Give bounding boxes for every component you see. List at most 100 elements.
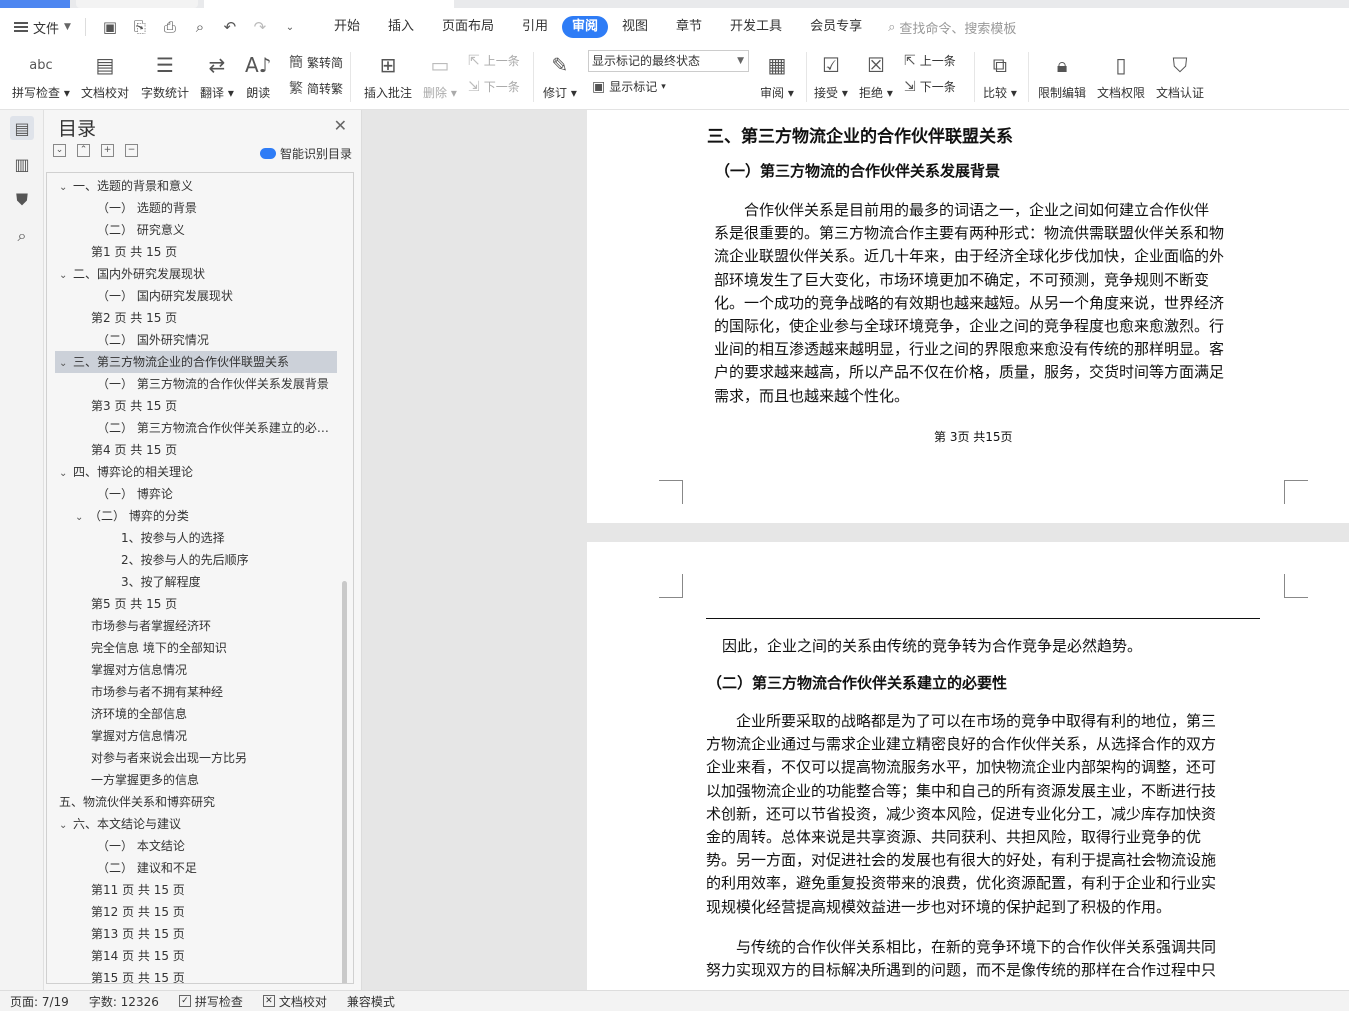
toc-item[interactable]: 五、物流伙伴关系和博弈研究 xyxy=(47,791,337,813)
print-icon[interactable]: ⎙ xyxy=(162,18,178,36)
toc-item[interactable]: 1、按参与人的选择 xyxy=(47,527,337,549)
toc-item[interactable]: 第14 页 共 15 页 xyxy=(47,945,337,967)
tab-7[interactable]: 开发工具 xyxy=(716,16,796,38)
spell-check-button[interactable]: abc 拼写检查 ▾ xyxy=(12,50,70,101)
command-search[interactable]: ⌕ 查找命令、搜索模板 xyxy=(888,18,1016,37)
trad-to-simp-button[interactable]: 簡 繁转简 xyxy=(289,52,343,72)
toc-item[interactable]: 市场参与者掌握经济环 xyxy=(47,615,337,637)
tab-0[interactable]: 开始 xyxy=(320,16,374,38)
tab-2[interactable]: 页面布局 xyxy=(428,16,508,38)
chevron-down-icon[interactable]: ⌄ xyxy=(59,177,73,197)
document-tab[interactable] xyxy=(76,0,198,8)
tab-3[interactable]: 引用 xyxy=(508,16,562,38)
file-menu[interactable]: 文件 ▼ xyxy=(0,8,81,46)
toc-item[interactable]: （二） 建议和不足 xyxy=(47,857,337,879)
toc-item[interactable]: 第13 页 共 15 页 xyxy=(47,923,337,945)
toc-item[interactable]: ⌄ 四、博弈论的相关理论 xyxy=(47,461,337,483)
doc-auth-button[interactable]: ⛉ 文档认证 xyxy=(1156,50,1204,101)
remove-level-icon[interactable]: − xyxy=(125,144,138,157)
toc-item[interactable]: （二） 研究意义 xyxy=(47,219,337,241)
toc-item[interactable]: 济环境的全部信息 xyxy=(47,703,337,725)
app-tab[interactable] xyxy=(0,0,70,8)
chevron-down-icon[interactable]: ⌄ xyxy=(75,507,89,527)
redo-icon[interactable]: ↷ xyxy=(252,18,268,36)
read-aloud-button[interactable]: A♪ 朗读 xyxy=(245,50,271,101)
toc-item[interactable]: 3、按了解程度 xyxy=(47,571,337,593)
toc-item[interactable]: 第12 页 共 15 页 xyxy=(47,901,337,923)
toc-item[interactable]: 市场参与者不拥有某种经 xyxy=(47,681,337,703)
tab-6[interactable]: 章节 xyxy=(662,16,716,38)
show-markup-button[interactable]: ▣ 显示标记 ▾ xyxy=(592,78,666,95)
next-comment-button[interactable]: ⇲ 下一条 xyxy=(468,78,520,95)
doc-permission-button[interactable]: ▯ 文档权限 xyxy=(1097,50,1145,101)
toc-item[interactable]: （一） 国内研究发展现状 xyxy=(47,285,337,307)
toc-scrollbar[interactable] xyxy=(342,581,347,983)
compare-button[interactable]: ⧉ 比较 ▾ xyxy=(983,50,1017,101)
markup-mode-select[interactable]: 显示标记的最终状态 ▼ xyxy=(588,50,749,72)
toc-item[interactable]: ⌄ 一、选题的背景和意义 xyxy=(47,175,337,197)
toc-item[interactable]: ⌄ （二） 博弈的分类 xyxy=(47,505,337,527)
document-tab-active[interactable] xyxy=(204,0,454,8)
search-icon[interactable]: ⌕ xyxy=(10,224,34,248)
toc-item[interactable]: ⌄ 二、国内外研究发展现状 xyxy=(47,263,337,285)
navigation-icon[interactable]: ▥ xyxy=(10,152,34,176)
translate-button[interactable]: ⇄ 翻译 ▾ xyxy=(200,50,234,101)
restrict-edit-button[interactable]: 🔒︎ 限制编辑 xyxy=(1038,50,1086,101)
save-icon[interactable]: ▣ xyxy=(102,18,118,36)
toc-item[interactable]: （二） 国外研究情况 xyxy=(47,329,337,351)
accept-button[interactable]: ☑ 接受 ▾ xyxy=(814,50,848,101)
toc-item[interactable]: （一） 选题的背景 xyxy=(47,197,337,219)
smart-toc-button[interactable]: 智能识别目录 xyxy=(259,145,352,162)
tab-1[interactable]: 插入 xyxy=(374,16,428,38)
toc-item[interactable]: 第3 页 共 15 页 xyxy=(47,395,337,417)
next-change-button[interactable]: ⇲ 下一条 xyxy=(904,78,956,95)
doc-proof-button[interactable]: ▤ 文档校对 xyxy=(81,50,129,101)
collapse-all-icon[interactable]: ⌄ xyxy=(53,144,66,157)
word-count-indicator[interactable]: 字数: 12326 xyxy=(79,993,169,1010)
tab-8[interactable]: 会员专享 xyxy=(796,16,876,38)
toc-item[interactable]: 掌握对方信息情况 xyxy=(47,659,337,681)
chevron-down-icon[interactable]: ⌄ xyxy=(59,463,73,483)
chevron-down-icon[interactable]: ⌄ xyxy=(59,265,73,285)
toc-item[interactable]: （一） 博弈论 xyxy=(47,483,337,505)
undo-icon[interactable]: ↶ xyxy=(222,18,238,36)
toc-item[interactable]: （一） 第三方物流的合作伙伴关系发展背景 xyxy=(47,373,337,395)
export-icon[interactable]: ⎘ xyxy=(132,18,148,36)
add-level-icon[interactable]: + xyxy=(101,144,114,157)
toc-item[interactable]: ⌄ 六、本文结论与建议 xyxy=(47,813,337,835)
tab-4[interactable]: 审阅 xyxy=(562,16,609,38)
toc-item[interactable]: 掌握对方信息情况 xyxy=(47,725,337,747)
insert-comment-button[interactable]: ⊞ 插入批注 xyxy=(364,50,412,101)
simp-to-trad-button[interactable]: 繁 简转繁 xyxy=(289,78,343,98)
toc-item[interactable]: （二） 第三方物流合作伙伴关系建立的必要性 xyxy=(47,417,337,439)
toc-item[interactable]: 第15 页 共 15 页 xyxy=(47,967,337,983)
reject-button[interactable]: ☒ 拒绝 ▾ xyxy=(859,50,893,101)
review-pane-button[interactable]: ▦ 审阅 ▾ xyxy=(760,50,794,101)
expand-all-icon[interactable]: ⌃ xyxy=(77,144,90,157)
toc-item[interactable]: 完全信息 境下的全部知识 xyxy=(47,637,337,659)
toc-item[interactable]: 2、按参与人的先后顺序 xyxy=(47,549,337,571)
doc-proof-status[interactable]: ✕ 文档校对 xyxy=(253,993,337,1010)
tab-5[interactable]: 视图 xyxy=(608,16,662,38)
customize-chevron-icon[interactable]: ⌄ xyxy=(282,22,298,33)
toc-item[interactable]: （一） 本文结论 xyxy=(47,835,337,857)
chevron-down-icon[interactable]: ⌄ xyxy=(59,815,73,835)
spell-check-status[interactable]: ✓ 拼写检查 xyxy=(169,993,253,1010)
search-input[interactable]: 查找命令、搜索模板 xyxy=(899,18,1016,37)
bookmark-icon[interactable]: ⛊ xyxy=(10,188,34,212)
word-count-button[interactable]: ☰ 字数统计 xyxy=(141,50,189,101)
toc-item[interactable]: 一方掌握更多的信息 xyxy=(47,769,337,791)
print-preview-icon[interactable]: ⌕ xyxy=(192,18,208,36)
chevron-down-icon[interactable]: ⌄ xyxy=(59,353,73,373)
prev-change-button[interactable]: ⇱ 上一条 xyxy=(904,52,956,69)
toc-item[interactable]: 第2 页 共 15 页 xyxy=(47,307,337,329)
delete-comment-button[interactable]: ▭ 删除 ▾ xyxy=(423,50,457,101)
toc-item[interactable]: ⌄ 三、第三方物流企业的合作伙伴联盟关系 xyxy=(55,351,337,373)
page-indicator[interactable]: 页面: 7/19 xyxy=(0,993,79,1010)
toc-item[interactable]: 第4 页 共 15 页 xyxy=(47,439,337,461)
toc-item[interactable]: 第11 页 共 15 页 xyxy=(47,879,337,901)
toc-item[interactable]: 第5 页 共 15 页 xyxy=(47,593,337,615)
toc-item[interactable]: 对参与者来说会出现一方比另 xyxy=(47,747,337,769)
prev-comment-button[interactable]: ⇱ 上一条 xyxy=(468,52,520,69)
toc-item[interactable]: 第1 页 共 15 页 xyxy=(47,241,337,263)
